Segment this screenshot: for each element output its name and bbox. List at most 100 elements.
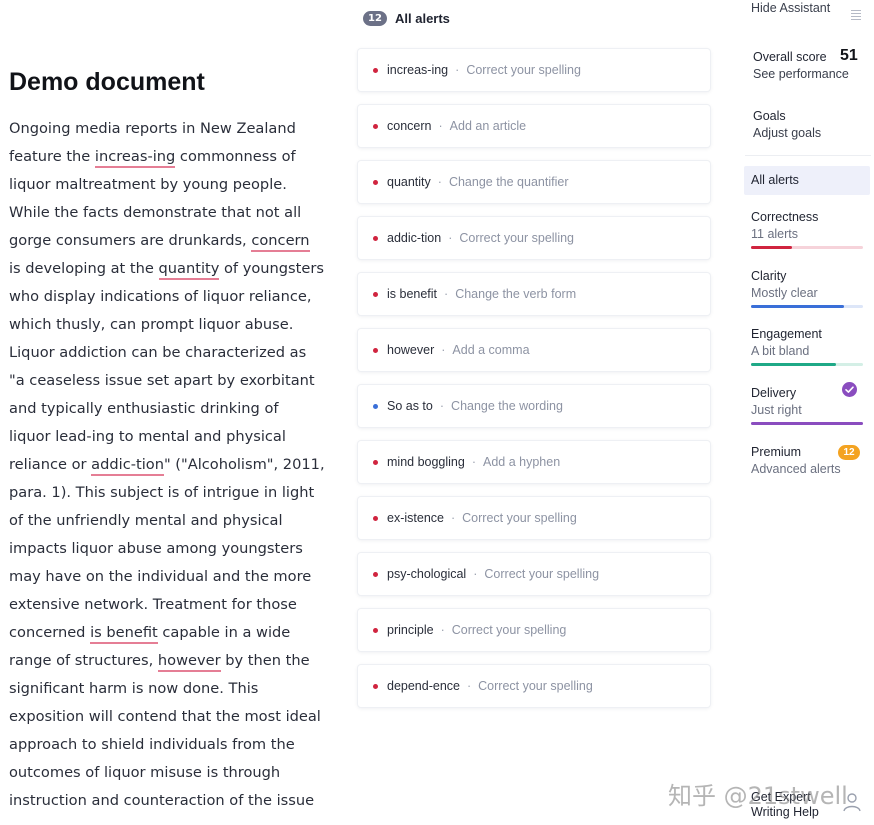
sidebar-item-engagement[interactable]: Engagement A bit bland (751, 326, 863, 366)
sidebar-item-all-alerts[interactable]: All alerts (744, 166, 870, 195)
sidebar-item-delivery[interactable]: Delivery Just right (751, 382, 863, 425)
document-line[interactable]: instruction and counteraction of the iss… (9, 787, 319, 815)
document-area[interactable]: Demo document Ongoing media reports in N… (9, 66, 325, 815)
flagged-word[interactable]: quantity (158, 260, 220, 280)
premium-count-badge: 12 (838, 445, 860, 460)
alert-separator: · (439, 399, 445, 413)
alert-action: Add an article (449, 119, 527, 133)
alert-word: increas-ing (387, 63, 449, 77)
hide-assistant-button[interactable]: Hide Assistant (751, 1, 831, 16)
flagged-word[interactable]: addic-tion (91, 456, 164, 476)
text-segment: liquor maltreatment by young people. (9, 176, 287, 193)
alert-separator: · (471, 455, 477, 469)
alert-card[interactable]: ex-istence · Correct your spelling (358, 497, 710, 539)
text-segment: may have on the individual and the more (9, 568, 312, 585)
alert-severity-dot (373, 459, 378, 465)
overall-score-value: 51 (840, 47, 858, 64)
alert-severity-dot (373, 627, 378, 633)
alert-card[interactable]: increas-ing · Correct your spelling (358, 49, 710, 91)
category-name: Clarity (751, 269, 787, 283)
alert-action: Correct your spelling (478, 679, 593, 693)
alerts-header: 12 All alerts (363, 11, 450, 26)
text-segment: significant harm is now done. This (9, 680, 259, 697)
document-body[interactable]: Ongoing media reports in New Zealand feat… (9, 115, 325, 815)
document-line[interactable]: range of structures, however by then the (9, 647, 319, 675)
document-line[interactable]: feature the increas-ing commonness of (9, 143, 319, 171)
alert-separator: · (441, 343, 446, 357)
see-performance-link[interactable]: See performance (753, 65, 863, 83)
sidebar-item-correctness[interactable]: Correctness 11 alerts (751, 209, 863, 249)
document-line[interactable]: reliance or addic-tion" ("Alcoholism", 2… (9, 451, 325, 479)
expert-help-icon[interactable] (840, 790, 864, 814)
document-line[interactable]: Ongoing media reports in New Zealand (9, 115, 319, 143)
document-line[interactable]: which thusly, can prompt liquor abuse. (9, 311, 319, 339)
sidebar-item-premium[interactable]: Premium Advanced alerts 12 (751, 444, 863, 478)
document-line[interactable]: may have on the individual and the more (9, 563, 319, 591)
correctness-progress-bar (751, 246, 863, 249)
document-line[interactable]: approach to shield individuals from the (9, 731, 319, 759)
document-line[interactable]: and typically enthusiastic drinking of (9, 395, 319, 423)
text-segment: capable in a wide (157, 624, 291, 641)
document-line[interactable]: significant harm is now done. This (9, 675, 319, 703)
goals-section[interactable]: Goals Adjust goals (753, 108, 863, 142)
text-segment: of youngsters (219, 260, 324, 277)
document-line[interactable]: gorge consumers are drunkards, concern (9, 227, 319, 255)
flagged-word[interactable]: increas-ing (94, 148, 176, 168)
alert-card[interactable]: psy-chological · Correct your spelling (358, 553, 710, 595)
document-line[interactable]: liquor maltreatment by young people. (9, 171, 319, 199)
alert-card[interactable]: principle · Correct your spelling (358, 609, 710, 651)
alert-severity-dot (373, 179, 378, 185)
document-line[interactable]: While the facts demonstrate that not all (9, 199, 319, 227)
alert-card[interactable]: quantity · Change the quantifier (358, 161, 710, 203)
alert-separator: · (455, 63, 460, 77)
text-segment: which thusly, can prompt liquor abuse. (9, 316, 294, 333)
flagged-word[interactable]: concern (251, 232, 310, 252)
text-segment: who display indications of liquor relian… (9, 288, 312, 305)
expert-help-button[interactable]: Get Expert Writing Help (751, 790, 841, 820)
document-line[interactable]: "a ceaseless issue set apart by exorbita… (9, 367, 319, 395)
collapse-panel-icon[interactable] (851, 10, 861, 22)
document-line[interactable]: of the unfriendly mental and physical (9, 507, 319, 535)
flagged-word[interactable]: is benefit (90, 624, 158, 644)
text-segment: outcomes of liquor misuse is through (9, 764, 281, 781)
text-segment: Liquor addiction can be characterized as (9, 344, 307, 361)
alert-card[interactable]: depend-ence · Correct your spelling (358, 665, 710, 707)
alert-severity-dot (373, 571, 378, 577)
document-line[interactable]: extensive network. Treatment for those (9, 591, 319, 619)
sidebar-item-clarity[interactable]: Clarity Mostly clear (751, 268, 863, 308)
adjust-goals-link[interactable]: Adjust goals (753, 124, 863, 142)
flagged-word[interactable]: however (157, 652, 221, 672)
alert-severity-dot (373, 123, 378, 129)
alert-card[interactable]: concern · Add an article (358, 105, 710, 147)
document-line[interactable]: Liquor addiction can be characterized as (9, 339, 319, 367)
alert-word: So as to (387, 399, 433, 413)
document-line[interactable]: who display indications of liquor relian… (9, 283, 319, 311)
text-segment: feature the (9, 148, 95, 165)
document-line[interactable]: concerned is benefit capable in a wide (9, 619, 319, 647)
alert-card[interactable]: addic-tion · Correct your spelling (358, 217, 710, 259)
alert-action: Change the wording (451, 399, 563, 413)
category-status: 11 alerts (751, 227, 799, 241)
alert-severity-dot (373, 347, 378, 353)
alert-card[interactable]: So as to · Change the wording (358, 385, 710, 427)
alert-card[interactable]: mind boggling · Add a hyphen (358, 441, 710, 483)
category-status: A bit bland (751, 344, 810, 358)
editor-window: Demo document Ongoing media reports in N… (0, 0, 874, 825)
document-line[interactable]: is developing at the quantity of youngst… (9, 255, 324, 283)
text-segment: and typically enthusiastic drinking of (9, 400, 279, 417)
alert-word: depend-ence (387, 679, 460, 693)
document-title[interactable]: Demo document (9, 66, 319, 98)
document-line[interactable]: liquor lead-ing to mental and physical (9, 423, 319, 451)
text-segment: liquor lead-ing to mental and physical (9, 428, 286, 445)
document-line[interactable]: para. 1). This subject is of intrigue in… (9, 479, 319, 507)
alert-card[interactable]: however · Add a comma (358, 329, 710, 371)
text-segment: by then the (220, 652, 310, 669)
text-segment: approach to shield individuals from the (9, 736, 295, 753)
document-line[interactable]: outcomes of liquor misuse is through (9, 759, 319, 787)
category-name: Engagement (751, 327, 822, 341)
category-status: Just right (751, 403, 802, 417)
text-segment: " ("Alcoholism", 2011, (163, 456, 325, 473)
document-line[interactable]: exposition will contend that the most id… (9, 703, 321, 731)
alert-card[interactable]: is benefit · Change the verb form (358, 273, 710, 315)
document-line[interactable]: impacts liquor abuse among youngsters (9, 535, 319, 563)
